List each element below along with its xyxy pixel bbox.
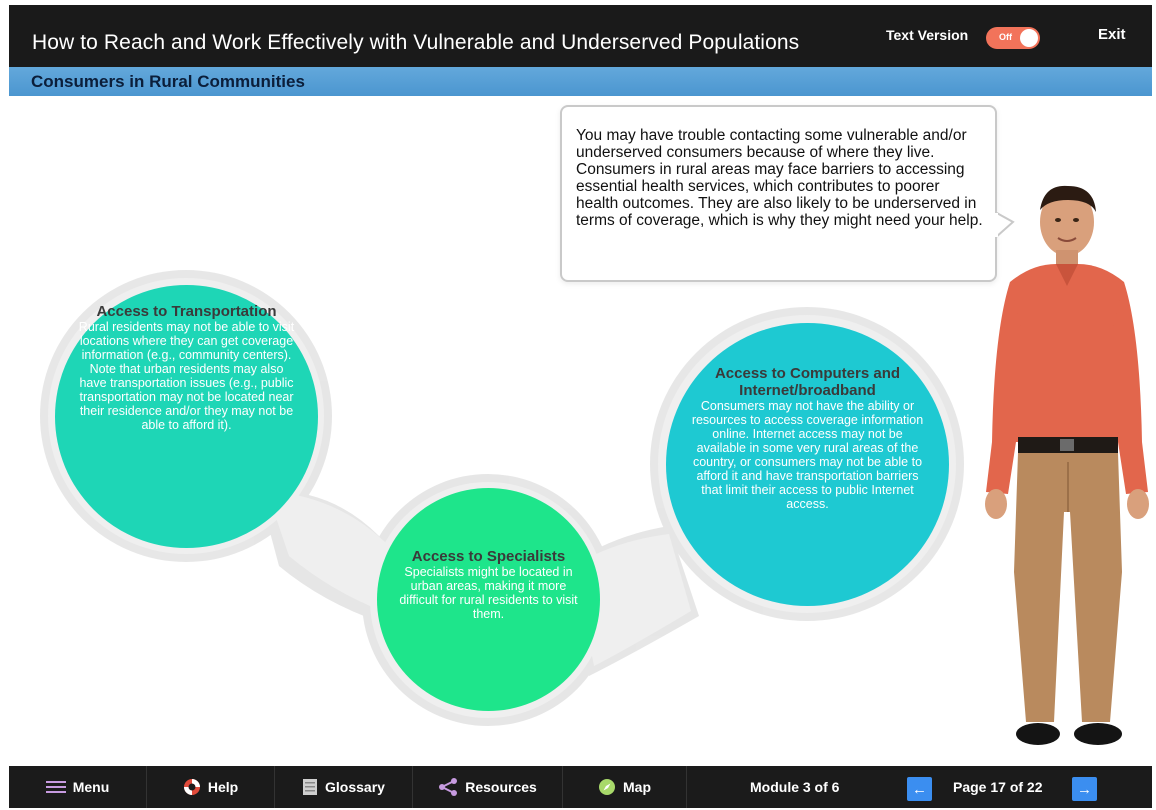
slide-content: Access to Transportation Rural residents… [9,96,1152,766]
computers-bubble: Access to Computers and Internet/broadba… [666,323,949,606]
text-version-label: Text Version [886,27,969,43]
help-label: Help [207,779,239,795]
glossary-button[interactable]: Glossary [275,766,413,808]
glossary-label: Glossary [325,779,385,795]
next-page-button[interactable]: → [1072,777,1097,801]
computers-body: Consumers may not have the ability or re… [691,399,924,511]
transportation-title: Access to Transportation [96,303,277,320]
transportation-body: Rural residents may not be able to visit… [78,320,295,432]
toggle-knob [1020,29,1038,47]
text-version-toggle[interactable]: Off [986,27,1040,49]
exit-button[interactable]: Exit [1098,26,1126,43]
help-button[interactable]: Help [147,766,275,808]
page-indicator: Page 17 of 22 [953,779,1043,795]
specialists-title: Access to Specialists [411,548,566,565]
speech-bubble: You may have trouble contacting some vul… [560,105,997,282]
map-label: Map [623,779,651,795]
speech-text: You may have trouble contacting some vul… [576,127,983,229]
presenter-figure [985,185,1149,745]
right-arrow-icon: → [1077,780,1092,798]
map-button[interactable]: Map [563,766,687,808]
course-title: How to Reach and Work Effectively with V… [32,31,800,54]
lifebuoy-icon [183,779,200,795]
menu-icon [45,781,66,793]
menu-button[interactable]: Menu [9,766,147,808]
title-bar: How to Reach and Work Effectively with V… [9,5,1152,67]
computers-title: Access to Computers and Internet/broadba… [714,365,901,399]
menu-label: Menu [72,779,110,795]
compass-icon [599,779,615,795]
share-icon [439,778,458,796]
book-icon [303,779,318,795]
specialists-bubble: Access to Specialists Specialists might … [377,488,600,711]
left-arrow-icon: ← [912,780,927,798]
course-player: How to Reach and Work Effectively with V… [9,5,1152,808]
specialists-body: Specialists might be located in urban ar… [399,565,578,621]
section-header: Consumers in Rural Communities [9,67,1152,96]
transportation-bubble: Access to Transportation Rural residents… [55,285,318,548]
previous-page-button[interactable]: ← [907,777,932,801]
toggle-state-label: Off [999,32,1012,42]
resources-label: Resources [465,779,537,795]
module-indicator: Module 3 of 6 [750,779,840,795]
section-title: Consumers in Rural Communities [31,72,305,91]
resources-button[interactable]: Resources [413,766,563,808]
bottom-navigation: Menu Help Glossary Resources Map Module … [9,766,1152,808]
